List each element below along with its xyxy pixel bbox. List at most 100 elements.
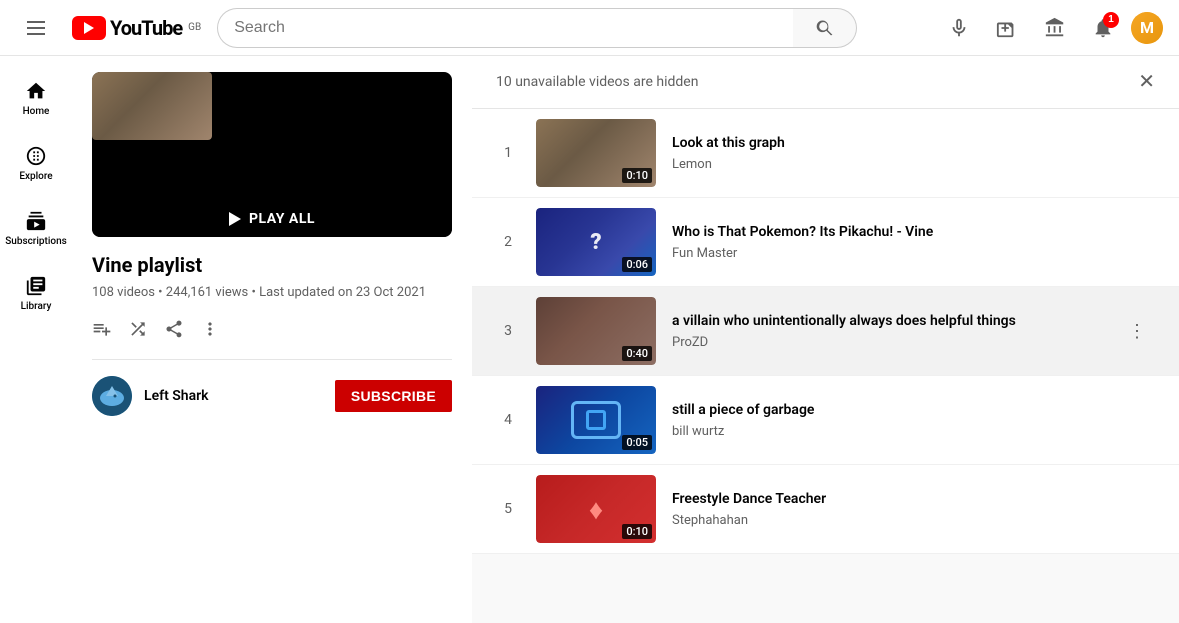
video-list: 10 unavailable videos are hidden ✕ 1 0:1… xyxy=(472,56,1179,623)
search-bar xyxy=(217,8,857,48)
search-button[interactable] xyxy=(793,8,857,48)
hamburger-icon xyxy=(27,21,45,35)
video-index: 1 xyxy=(496,145,520,161)
video-info: a villain who unintentionally always doe… xyxy=(672,312,1103,351)
video-title: Freestyle Dance Teacher xyxy=(672,490,1155,510)
subscriptions-icon xyxy=(25,210,47,232)
playlist-thumb-image xyxy=(92,72,212,140)
hidden-videos-text: 10 unavailable videos are hidden xyxy=(496,74,698,90)
logo-text: YouTube xyxy=(110,16,182,40)
video-menu-button[interactable]: ⋮ xyxy=(1119,313,1155,349)
header-right: 1 M xyxy=(939,8,1163,48)
add-to-queue-button[interactable] xyxy=(92,319,112,339)
share-button[interactable] xyxy=(164,319,184,339)
video-thumbnail: 0:40 xyxy=(536,297,656,365)
video-title: still a piece of garbage xyxy=(672,401,1155,421)
sidebar-item-library[interactable]: Library xyxy=(0,263,72,324)
sidebar-item-library-label: Library xyxy=(21,301,52,312)
video-index: 5 xyxy=(496,501,520,517)
shuffle-icon xyxy=(128,319,148,339)
video-index: 3 xyxy=(496,323,520,339)
video-thumbnail: 0:10 xyxy=(536,119,656,187)
explore-icon xyxy=(25,145,47,167)
sidebar-item-home[interactable]: Home xyxy=(0,68,72,129)
header-left: YouTube GB xyxy=(16,8,201,48)
avatar-image: M xyxy=(1131,12,1163,44)
video-info: Who is That Pokemon? Its Pikachu! - Vine… xyxy=(672,223,1155,262)
youtube-logo-icon xyxy=(72,16,106,40)
video-info: still a piece of garbage bill wurtz xyxy=(672,401,1155,440)
header: YouTube GB 1 M xyxy=(0,0,1179,56)
avatar[interactable]: M xyxy=(1131,12,1163,44)
sidebar-item-subscriptions[interactable]: Subscriptions xyxy=(0,198,72,259)
microphone-icon xyxy=(948,17,970,39)
playlist-thumbnail[interactable]: PLAY ALL xyxy=(92,72,452,237)
video-info: Look at this graph Lemon xyxy=(672,134,1155,173)
notifications-button[interactable]: 1 xyxy=(1083,8,1123,48)
create-button[interactable] xyxy=(987,8,1027,48)
more-icon xyxy=(200,319,220,339)
search-icon xyxy=(815,18,835,38)
sidebar-item-explore-label: Explore xyxy=(19,171,52,182)
sidebar-item-explore[interactable]: Explore xyxy=(0,133,72,194)
video-index: 4 xyxy=(496,412,520,428)
video-item[interactable]: 1 0:10 Look at this graph Lemon xyxy=(472,109,1179,198)
video-channel: Stephahahan xyxy=(672,513,1155,528)
share-icon xyxy=(164,319,184,339)
video-title: Look at this graph xyxy=(672,134,1155,154)
video-channel: bill wurtz xyxy=(672,424,1155,439)
video-duration: 0:40 xyxy=(622,346,652,361)
video-item[interactable]: 2 ? 0:06 Who is That Pokemon? Its Pikach… xyxy=(472,198,1179,287)
play-all-label: PLAY ALL xyxy=(249,211,315,227)
sidebar-item-home-label: Home xyxy=(23,106,50,117)
notifications-badge: 1 xyxy=(1103,12,1119,28)
video-title: a villain who unintentionally always doe… xyxy=(672,312,1103,332)
main-content: Home Explore Subscriptions Library PLAY … xyxy=(0,56,1179,623)
video-item[interactable]: 3 0:40 a villain who unintentionally alw… xyxy=(472,287,1179,376)
play-all-icon xyxy=(229,212,241,226)
microphone-button[interactable] xyxy=(939,8,979,48)
library-icon xyxy=(25,275,47,297)
playlist-meta: 108 videos • 244,161 views • Last update… xyxy=(92,283,452,303)
add-queue-icon xyxy=(92,319,112,339)
channel-avatar-image xyxy=(92,376,132,416)
video-thumbnail: 0:05 xyxy=(536,386,656,454)
play-all-overlay[interactable]: PLAY ALL xyxy=(92,201,452,237)
apps-icon xyxy=(1044,17,1066,39)
hamburger-menu-button[interactable] xyxy=(16,8,56,48)
logo-country: GB xyxy=(188,22,201,33)
channel-name[interactable]: Left Shark xyxy=(144,388,323,404)
video-duration: 0:10 xyxy=(622,168,652,183)
video-duration: 0:10 xyxy=(622,524,652,539)
hidden-videos-banner: 10 unavailable videos are hidden ✕ xyxy=(472,56,1179,109)
channel-row: Left Shark SUBSCRIBE xyxy=(92,359,452,416)
video-index: 2 xyxy=(496,234,520,250)
youtube-logo[interactable]: YouTube GB xyxy=(72,16,201,40)
create-icon xyxy=(996,17,1018,39)
sidebar: Home Explore Subscriptions Library xyxy=(0,56,72,623)
video-title: Who is That Pokemon? Its Pikachu! - Vine xyxy=(672,223,1155,243)
video-info: Freestyle Dance Teacher Stephahahan xyxy=(672,490,1155,529)
apps-button[interactable] xyxy=(1035,8,1075,48)
search-input[interactable] xyxy=(217,8,793,48)
video-duration: 0:05 xyxy=(622,435,652,450)
sidebar-item-subscriptions-label: Subscriptions xyxy=(5,236,67,247)
video-channel: ProZD xyxy=(672,335,1103,350)
playlist-panel: PLAY ALL Vine playlist 108 videos • 244,… xyxy=(72,56,472,623)
video-thumbnail: ♦ 0:10 xyxy=(536,475,656,543)
playlist-actions xyxy=(92,319,452,339)
video-channel: Fun Master xyxy=(672,246,1155,261)
more-options-button[interactable] xyxy=(200,319,220,339)
shark-logo xyxy=(92,376,132,416)
video-channel: Lemon xyxy=(672,157,1155,172)
home-icon xyxy=(25,80,47,102)
subscribe-button[interactable]: SUBSCRIBE xyxy=(335,380,452,412)
channel-avatar[interactable] xyxy=(92,376,132,416)
shuffle-button[interactable] xyxy=(128,319,148,339)
video-item[interactable]: 4 0:05 still a piece of garbage bill wur… xyxy=(472,376,1179,465)
video-item[interactable]: 5 ♦ 0:10 Freestyle Dance Teacher Stephah… xyxy=(472,465,1179,554)
playlist-title: Vine playlist xyxy=(92,253,452,277)
video-thumbnail: ? 0:06 xyxy=(536,208,656,276)
close-banner-button[interactable]: ✕ xyxy=(1138,72,1155,92)
video-duration: 0:06 xyxy=(622,257,652,272)
